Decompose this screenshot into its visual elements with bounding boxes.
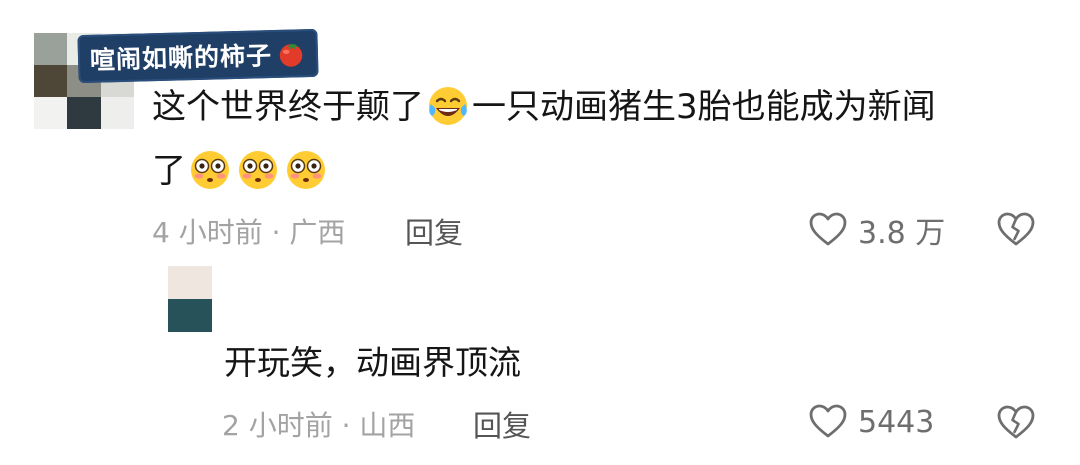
avatar-mosaic-cell [67, 97, 101, 129]
avatar-mosaic-cell [34, 65, 68, 97]
avatar-mosaic-cell [34, 97, 68, 129]
comment-text-part: 这个世界终于颠了 [152, 87, 424, 127]
like-button[interactable]: 3.8 万 [808, 208, 945, 252]
avatar-mosaic-cell [34, 33, 68, 65]
username[interactable]: 喧闹如嘶的柿子 [90, 36, 273, 77]
flushed-face-emoji [191, 150, 229, 189]
reply-text: 开玩笑，动画界顶流 [224, 343, 521, 382]
heart-outline-icon [809, 212, 847, 246]
flushed-face-emoji [287, 150, 325, 189]
flushed-face-emoji [239, 150, 277, 189]
reply-button[interactable]: 回复 [473, 403, 531, 445]
heart-outline-icon [809, 404, 847, 438]
comment-text: 这个世界终于颠了 一只动画猪生3胎也能成为新闻 [152, 80, 936, 134]
reply-avatar[interactable] [168, 266, 212, 332]
like-count: 5443 [858, 404, 935, 440]
reply-time-location: 2 小时前 · 山西 [222, 409, 416, 442]
avatar-mosaic-cell [100, 97, 134, 129]
broken-heart-icon[interactable] [996, 210, 1036, 250]
avatar-mosaic-cell [168, 299, 212, 332]
avatar-mosaic-cell [168, 266, 212, 299]
broken-heart-icon[interactable] [996, 403, 1036, 443]
comment-text-part: 一只动画猪生3胎也能成为新闻 [472, 87, 936, 127]
reply-button[interactable]: 回复 [405, 210, 463, 252]
laughing-crying-emoji [429, 86, 467, 125]
like-count: 3.8 万 [858, 216, 946, 251]
comment-time-location: 4 小时前 · 广西 [152, 216, 346, 249]
username-tag[interactable]: 喧闹如嘶的柿子 [77, 28, 319, 84]
comment-text-part: 了 [152, 151, 186, 191]
comment-text: 了 [152, 144, 330, 198]
tomato-icon [279, 44, 303, 67]
like-button[interactable]: 5443 [808, 402, 934, 442]
